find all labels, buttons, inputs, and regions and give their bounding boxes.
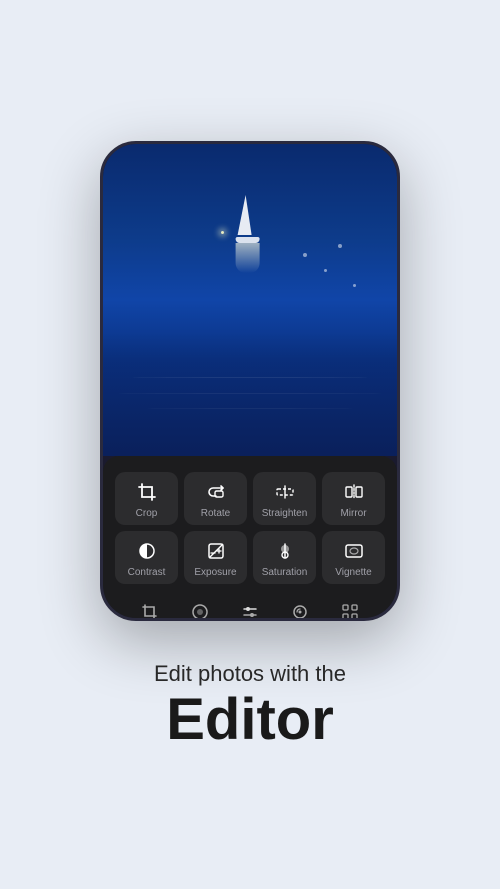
tool-item-exposure[interactable]: Exposure xyxy=(184,531,247,584)
boat-reflection xyxy=(236,243,260,273)
tool-item-vignette[interactable]: Vignette xyxy=(322,531,385,584)
editor-panel: Crop Rotate xyxy=(103,456,397,617)
photo-area xyxy=(103,144,397,457)
mirror-label: Mirror xyxy=(340,508,366,519)
tool-item-saturation[interactable]: Saturation xyxy=(253,531,316,584)
contrast-label: Contrast xyxy=(128,567,166,578)
exposure-label: Exposure xyxy=(194,567,236,578)
contrast-icon xyxy=(135,539,159,563)
nav-icon-adjust[interactable] xyxy=(236,598,264,617)
rotate-icon xyxy=(204,480,228,504)
phone-inner: Crop Rotate xyxy=(103,144,397,618)
rotate-label: Rotate xyxy=(201,508,230,519)
exposure-icon xyxy=(204,539,228,563)
page-wrapper: Crop Rotate xyxy=(0,0,500,889)
straighten-icon xyxy=(273,480,297,504)
nav-icon-crop[interactable] xyxy=(136,598,164,617)
tool-item-straighten[interactable]: Straighten xyxy=(253,472,316,525)
nav-icon-grid[interactable] xyxy=(336,598,364,617)
tool-item-crop[interactable]: Crop xyxy=(115,472,178,525)
saturation-icon xyxy=(273,539,297,563)
tool-item-rotate[interactable]: Rotate xyxy=(184,472,247,525)
straighten-label: Straighten xyxy=(262,508,308,519)
nav-icon-filter[interactable] xyxy=(186,598,214,617)
vignette-label: Vignette xyxy=(335,567,372,578)
tool-item-mirror[interactable]: Mirror xyxy=(322,472,385,525)
saturation-label: Saturation xyxy=(262,567,308,578)
phone-mockup: Crop Rotate xyxy=(100,141,400,621)
tool-item-contrast[interactable]: Contrast xyxy=(115,531,178,584)
boat-sail xyxy=(238,195,252,235)
boat xyxy=(236,237,260,273)
vignette-icon xyxy=(342,539,366,563)
text-section: Edit photos with the Editor xyxy=(124,661,376,749)
crop-icon xyxy=(135,480,159,504)
bottom-nav xyxy=(115,598,385,617)
tool-grid: Crop Rotate xyxy=(115,472,385,584)
nav-icon-paint[interactable] xyxy=(286,598,314,617)
mirror-icon xyxy=(342,480,366,504)
boat-hull xyxy=(236,237,260,243)
subtitle-text: Edit photos with the xyxy=(154,661,346,687)
main-title: Editor xyxy=(154,691,346,749)
crop-label: Crop xyxy=(136,508,158,519)
